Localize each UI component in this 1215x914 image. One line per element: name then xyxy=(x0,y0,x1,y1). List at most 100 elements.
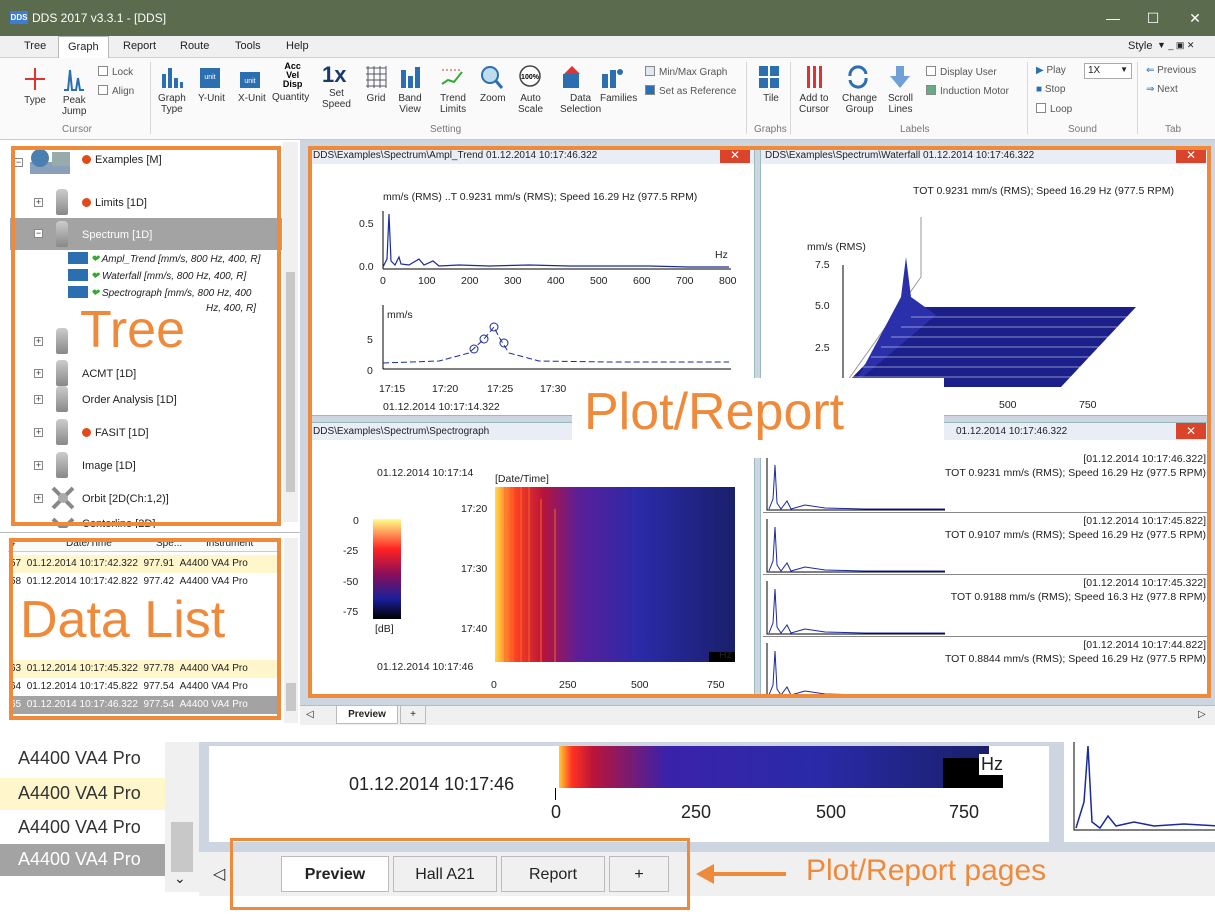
set-as-reference-button[interactable]: Set as Reference xyxy=(645,85,736,97)
tree-scrollbar[interactable] xyxy=(283,142,298,522)
scroll-right-icon[interactable]: ▷ xyxy=(1198,709,1206,720)
sound-group-label: Sound xyxy=(1068,124,1097,135)
entry-date: [01.12.2014 10:17:44.822] xyxy=(1083,639,1206,651)
chevron-down-icon[interactable]: ▼ _ ▣ ✕ xyxy=(1157,40,1194,51)
zoom-label: Zoom xyxy=(480,93,506,104)
quantity-label: Quantity xyxy=(272,92,310,103)
list-item: [01.12.2014 10:17:45.322] TOT 0.9188 mm/… xyxy=(763,577,1210,637)
x-unit-label: X-Unit xyxy=(238,93,266,104)
peak-jump-button[interactable]: Peak Jump xyxy=(62,66,86,117)
plot-window-waterfall[interactable]: DDS\Examples\Spectrum\Waterfall 01.12.20… xyxy=(760,146,1211,416)
list-item: [01.12.2014 10:17:44.822] TOT 0.8844 mm/… xyxy=(763,639,1210,697)
plot-title: DDS\Examples\Spectrum\Waterfall 01.12.20… xyxy=(761,147,1210,164)
type-button[interactable]: Type xyxy=(23,66,47,106)
plot-title: DDS\Examples\Spectrum\Ampl_Trend 01.12.2… xyxy=(309,147,754,164)
stop-button[interactable]: ■ Stop xyxy=(1036,84,1065,95)
change-group-button[interactable]: Change Group xyxy=(842,64,877,115)
y-unit-button[interactable]: unit Y-Unit xyxy=(198,64,225,104)
grid-icon xyxy=(366,66,387,88)
grid-button[interactable]: Grid xyxy=(364,64,388,104)
zoom-plot: Hz 01.12.2014 10:17:46 0 250 500 750 xyxy=(205,742,1053,846)
chevron-down-icon: ▼ xyxy=(1120,65,1128,74)
zoom-instrument-row: A4400 VA4 Pro xyxy=(18,817,141,837)
x-tick: 100 xyxy=(418,275,436,287)
scroll-left-icon[interactable]: ◁ xyxy=(306,709,314,720)
tab-route[interactable]: Route xyxy=(180,40,209,52)
x-tick: 600 xyxy=(633,275,651,287)
close-plot-button[interactable]: ✕ xyxy=(1176,147,1206,163)
data-selection-button[interactable]: Data Selection xyxy=(560,64,601,115)
lock-checkbox[interactable]: Lock xyxy=(98,66,133,78)
auto-scale-button[interactable]: 100% Auto Scale xyxy=(518,64,543,115)
scroll-left-icon[interactable]: ◁ xyxy=(213,864,225,884)
play-icon: ▶ xyxy=(1036,65,1047,76)
maximize-icon[interactable]: ☐ xyxy=(1138,8,1168,28)
x-tick: 400 xyxy=(547,275,565,287)
tab-report[interactable]: Report xyxy=(123,40,156,52)
play-button[interactable]: ▶ Play xyxy=(1036,65,1066,76)
zoom-icon xyxy=(481,66,504,89)
quantity-button[interactable]: Acc Vel Disp Quantity xyxy=(272,62,309,104)
plot-window-ampl-trend[interactable]: DDS\Examples\Spectrum\Ampl_Trend 01.12.2… xyxy=(308,146,755,416)
x-tick: 800 xyxy=(719,275,737,287)
y-unit-label: Y-Unit xyxy=(198,93,225,104)
plot-window-spectrograph[interactable]: DDS\Examples\Spectrum\Spectrograph 01.12… xyxy=(308,422,755,698)
separator xyxy=(1027,62,1028,134)
next-icon: ⇒ xyxy=(1146,84,1158,95)
min-max-label: Min/Max Graph xyxy=(659,67,728,78)
zoom-mini-spectrum xyxy=(1073,742,1215,831)
style-menu[interactable]: Style xyxy=(1128,40,1152,52)
arrow-head-icon xyxy=(696,864,714,884)
tile-button[interactable]: Tile xyxy=(757,64,781,104)
x-tick: 250 xyxy=(681,802,712,822)
zoom-button[interactable]: Zoom xyxy=(480,64,506,104)
band-view-button[interactable]: Band View xyxy=(398,64,422,115)
peak-jump-icon xyxy=(64,69,84,91)
add-to-cursor-button[interactable]: Add to Cursor xyxy=(799,64,829,115)
cursor-group-label: Cursor xyxy=(62,124,93,135)
set-speed-button[interactable]: 1x Set Speed xyxy=(322,62,351,110)
minimize-icon[interactable]: — xyxy=(1098,8,1128,28)
labels-group-label: Labels xyxy=(900,124,930,135)
spectrograph-heatmap xyxy=(495,487,735,662)
plot-window-spectrum-list[interactable]: 01.12.2014 10:17:46.322 ✕ [01.12.2014 10… xyxy=(760,422,1211,698)
separator xyxy=(790,62,791,134)
trend-limits-button[interactable]: Trend Limits xyxy=(440,64,466,115)
display-user-checkbox[interactable]: Display User xyxy=(926,66,997,78)
datalist-scrollbar[interactable] xyxy=(284,538,298,723)
set-as-reference-label: Set as Reference xyxy=(659,86,737,97)
title-bar: DDS DDS 2017 v3.3.1 - [DDS] — ☐ ✕ xyxy=(0,0,1215,36)
tab-add[interactable]: + xyxy=(400,706,426,724)
previous-button[interactable]: ⇐ Previous xyxy=(1146,65,1196,76)
data-selection-label: Data Selection xyxy=(560,93,602,115)
x-unit-button[interactable]: unit X-Unit xyxy=(238,64,266,104)
next-button[interactable]: ⇒ Next xyxy=(1146,84,1178,95)
close-plot-button[interactable]: ✕ xyxy=(720,147,750,163)
tab-preview[interactable]: Preview xyxy=(336,706,398,724)
left-pane: − Examples [M] + Limits [1D] − Spectrum … xyxy=(0,140,300,725)
min-max-graph-button[interactable]: Min/Max Graph xyxy=(645,66,727,78)
tab-tree[interactable]: Tree xyxy=(24,40,46,52)
x-tick: 0 xyxy=(551,802,562,822)
loop-checkbox[interactable]: Loop xyxy=(1036,103,1072,115)
align-checkbox[interactable]: Align xyxy=(98,85,134,97)
tree-overlay-label: Tree xyxy=(80,301,185,359)
sound-speed-select[interactable]: 1X ▼ xyxy=(1084,63,1132,79)
families-button[interactable]: Families xyxy=(600,64,637,104)
x-tick: 750 xyxy=(1079,399,1097,411)
close-icon[interactable]: ✕ xyxy=(1180,8,1210,28)
tab-graph[interactable]: Graph xyxy=(58,36,109,59)
tab-help[interactable]: Help xyxy=(286,40,309,52)
scroll-lines-button[interactable]: Scroll Lines xyxy=(888,64,913,115)
scale-tick: 0 xyxy=(353,515,359,527)
induction-motor-button[interactable]: Induction Motor xyxy=(926,85,1009,97)
tab-tools[interactable]: Tools xyxy=(235,40,261,52)
scale-tick: -50 xyxy=(343,576,359,588)
graph-type-button[interactable]: Graph Type xyxy=(158,64,186,115)
start-date-label: 01.12.2014 10:17:14 xyxy=(377,467,474,479)
ribbon-toolbar: Type Peak Jump Lock Align Cursor Graph T… xyxy=(0,58,1215,140)
page-tabs-strip: ◁ Preview + ▷ xyxy=(300,705,1215,725)
app-logo-icon: DDS xyxy=(10,11,28,24)
close-plot-button[interactable]: ✕ xyxy=(1176,423,1206,439)
entry-date: [01.12.2014 10:17:46.322] xyxy=(1083,453,1206,465)
